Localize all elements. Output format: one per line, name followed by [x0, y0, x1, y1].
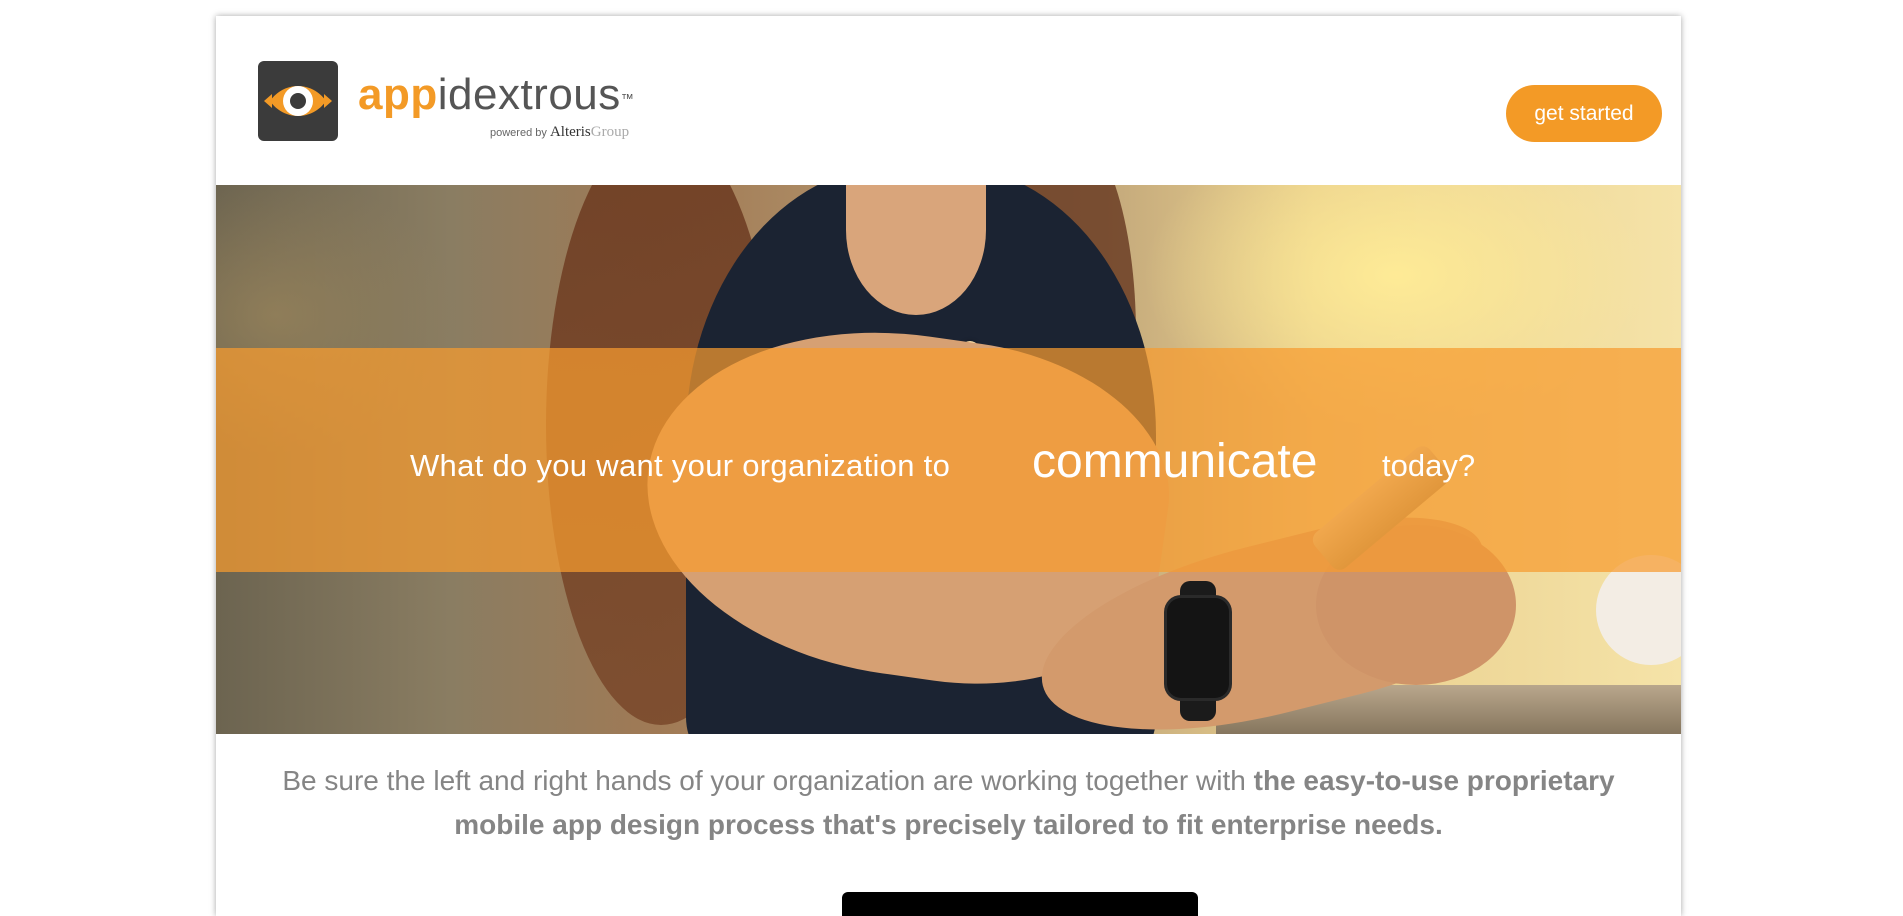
- hero-banner: What do you want your organization to co…: [216, 185, 1681, 734]
- brand-tagline: powered by AlterisGroup: [490, 124, 629, 141]
- smartwatch-image: [1167, 598, 1229, 698]
- hero-highlight-word: communicate: [1032, 435, 1318, 488]
- site-header: appidextrous™ powered by AlterisGroup ge…: [216, 16, 1681, 185]
- hero-lead-text: What do you want your organization to: [410, 448, 951, 483]
- hero-headline: What do you want your organization to co…: [216, 348, 1681, 572]
- eye-logo-icon: [258, 61, 338, 141]
- parent-name-part-1: Alteris: [549, 124, 591, 140]
- brand-wordmark: appidextrous™: [358, 71, 634, 119]
- brand-name-part-2: idextrous: [437, 70, 621, 119]
- get-started-button[interactable]: get started: [1506, 85, 1662, 142]
- intro-paragraph: Be sure the left and right hands of your…: [276, 759, 1621, 847]
- powered-by-label: powered by: [490, 127, 547, 139]
- brand-logo[interactable]: appidextrous™ powered by AlterisGroup: [258, 61, 678, 161]
- intro-plain-text: Be sure the left and right hands of your…: [282, 765, 1254, 796]
- page-container: appidextrous™ powered by AlterisGroup ge…: [216, 16, 1681, 916]
- brand-trademark: ™: [620, 91, 635, 106]
- brand-name-part-1: app: [358, 70, 438, 119]
- hero-overlay-band: What do you want your organization to co…: [216, 348, 1681, 572]
- cta-dark-button[interactable]: [842, 892, 1198, 916]
- parent-name-part-2: Group: [590, 124, 630, 140]
- hero-tail-text: today?: [1382, 448, 1476, 483]
